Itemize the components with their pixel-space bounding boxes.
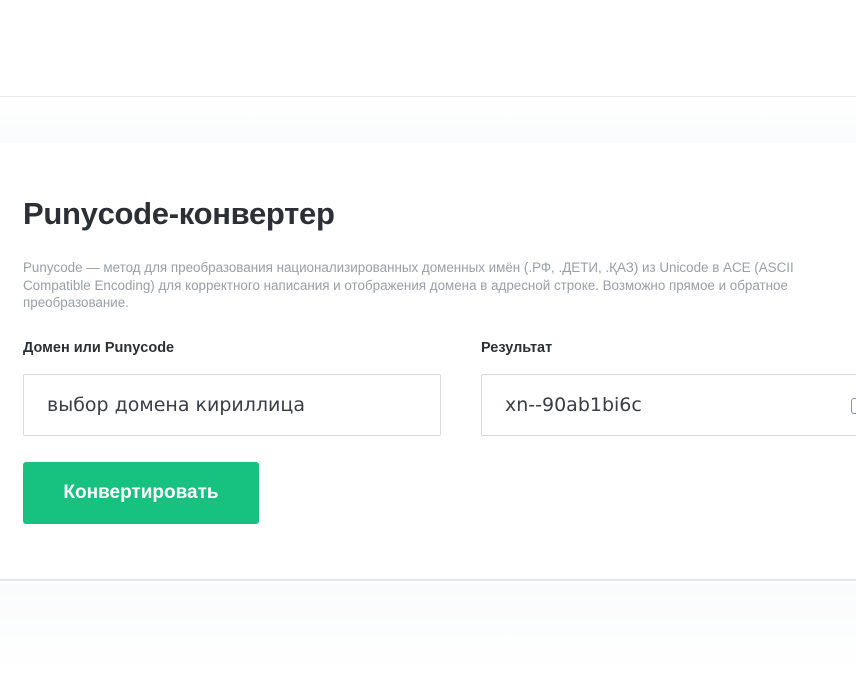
- page-title: Punycode-конвертер: [23, 196, 335, 231]
- domain-field-label: Домен или Punycode: [23, 340, 175, 356]
- converter-description: Punycode — метод для преобразования наци…: [23, 260, 794, 310]
- page: Punycode-конвертер Punycode — метод для …: [0, 0, 856, 673]
- section-band: [0, 98, 856, 143]
- result-output[interactable]: xn--90ab1bi6c: [481, 374, 856, 436]
- convert-button[interactable]: Конвертировать: [23, 462, 259, 524]
- result-field-label: Результат: [481, 340, 553, 356]
- footer-area: [0, 583, 856, 673]
- copy-icon[interactable]: [851, 398, 856, 414]
- domain-input[interactable]: выбор домена кириллица: [23, 374, 441, 436]
- header-area: [0, 0, 856, 97]
